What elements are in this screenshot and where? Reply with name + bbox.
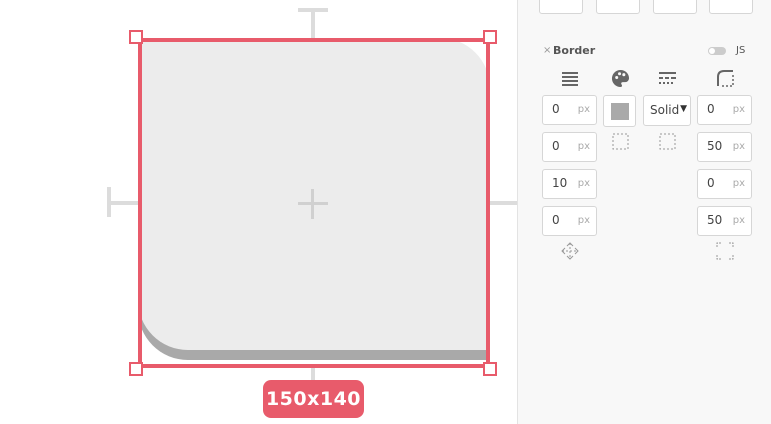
unit-label: px [732, 104, 745, 115]
chevron-down-icon: ▼ [680, 104, 687, 114]
value: 0 [552, 102, 560, 116]
design-canvas[interactable]: 150x140 [0, 0, 517, 424]
border-style-select[interactable]: Solid ▼ [643, 95, 691, 126]
unit-label: px [577, 178, 590, 189]
close-icon[interactable]: × [543, 45, 551, 56]
toggle-icon[interactable] [708, 47, 726, 55]
value: 50 [707, 139, 723, 153]
value: 10 [552, 176, 568, 190]
palette-icon [611, 69, 630, 88]
top-guide-cap [298, 8, 328, 12]
resize-handle-top-right[interactable] [483, 30, 497, 44]
border-style-icon [659, 72, 676, 84]
border-width-icon [562, 72, 578, 86]
border-radius-icon [717, 70, 734, 87]
value: 0 [707, 176, 715, 190]
border-width-left[interactable]: 0 px [542, 206, 597, 236]
top-input-3[interactable]: px [653, 0, 697, 14]
top-guide [311, 8, 315, 41]
border-section-title: Border [553, 44, 596, 57]
collapse-icon[interactable] [716, 242, 734, 260]
top-input-1[interactable]: px [539, 0, 583, 14]
unit-label: px [577, 104, 590, 115]
style-panel: px px px px × Border JS 0 px 0 px [517, 0, 771, 424]
top-input-4[interactable]: px [709, 0, 753, 14]
border-radius-top-right[interactable]: 50 px [697, 132, 752, 162]
left-guide [107, 201, 139, 205]
value: 0 [707, 102, 715, 116]
resize-handle-bottom-right[interactable] [483, 362, 497, 376]
unit-label: px [577, 215, 590, 226]
js-label: JS [736, 45, 746, 56]
border-radius-top-left[interactable]: 0 px [697, 95, 752, 125]
unit-label: px [732, 178, 745, 189]
border-color-all-sides-icon[interactable] [612, 133, 629, 150]
right-guide [490, 201, 517, 205]
border-width-right[interactable]: 0 px [542, 132, 597, 162]
resize-handle-top-left[interactable] [129, 30, 143, 44]
border-style-all-sides-icon[interactable] [659, 133, 676, 150]
selection-box [138, 38, 490, 368]
left-guide-cap [107, 187, 111, 217]
resize-handle-bottom-left[interactable] [129, 362, 143, 376]
value: 50 [707, 213, 723, 227]
unit-label: px [732, 215, 745, 226]
top-input-2[interactable]: px [596, 0, 640, 14]
unit-label: px [577, 141, 590, 152]
expand-icon[interactable] [561, 242, 579, 260]
border-radius-bottom-right[interactable]: 0 px [697, 169, 752, 199]
border-width-top[interactable]: 0 px [542, 95, 597, 125]
border-style-value: Solid [650, 103, 680, 117]
unit-label: px [732, 141, 745, 152]
value: 0 [552, 213, 560, 227]
border-color-swatch[interactable] [603, 95, 636, 127]
border-radius-bottom-left[interactable]: 50 px [697, 206, 752, 236]
border-width-bottom[interactable]: 10 px [542, 169, 597, 199]
value: 0 [552, 139, 560, 153]
color-fill [611, 103, 629, 120]
size-badge: 150x140 [263, 380, 364, 418]
